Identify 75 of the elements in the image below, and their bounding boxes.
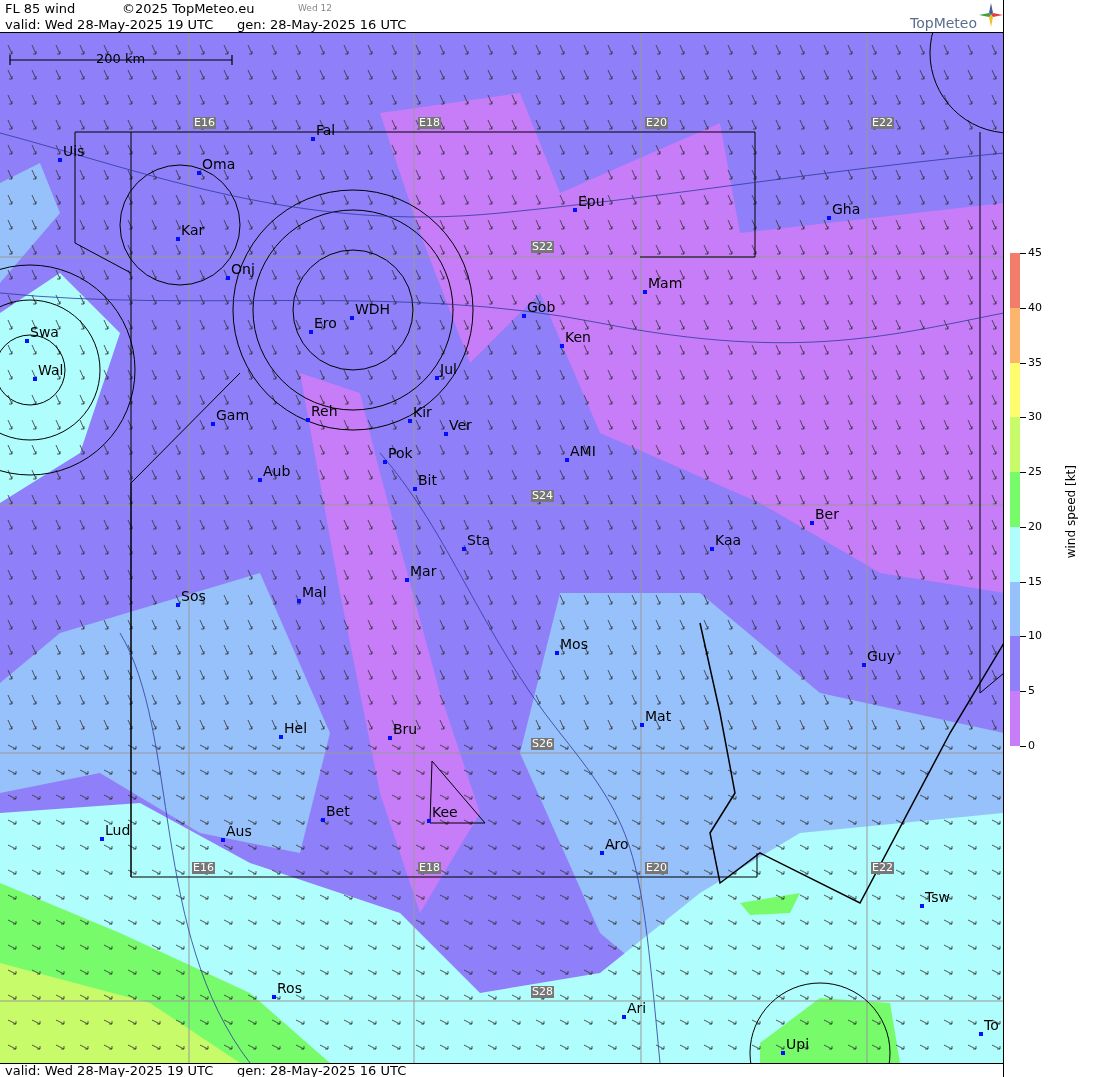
tick-label: 0 (1028, 740, 1035, 752)
place-label: Guy (867, 648, 895, 664)
place-label: Aub (263, 463, 291, 479)
place-label: Fal (316, 122, 336, 138)
place-label: Gob (527, 299, 556, 315)
place-label: Gha (832, 201, 861, 217)
place-label: Aro (605, 836, 629, 852)
grid-label: S28 (531, 986, 554, 998)
place-label: Mos (560, 636, 588, 652)
place-label: Oma (202, 156, 236, 172)
generated-time-text: gen: 28-May-2025 16 UTC (237, 17, 407, 32)
place-label: Mam (648, 275, 683, 291)
tick-label: 40 (1028, 301, 1042, 314)
place-label: Lud (105, 822, 131, 838)
map-title: FL 85 wind (5, 1, 76, 16)
tick-label: 25 (1028, 466, 1042, 479)
day-tag: Wed 12 (298, 3, 332, 14)
place-label: AMI (570, 443, 596, 459)
logo-text: TopMeteo (910, 15, 977, 31)
grid-label: S26 (531, 738, 554, 750)
place-label: Sos (181, 588, 206, 604)
place-label: Upi (786, 1036, 810, 1052)
tick-label: 20 (1028, 520, 1042, 533)
place-label: Kar (181, 222, 205, 238)
place-label: Ber (815, 506, 839, 522)
tick-label: 5 (1028, 685, 1035, 698)
place-label: Mar (410, 563, 437, 579)
place-label: Bit (418, 472, 437, 488)
grid-label: E18 (418, 117, 441, 129)
place-label: Kir (413, 404, 432, 420)
place-label: Bet (326, 803, 350, 819)
place-label: Jul (440, 361, 457, 377)
place-label: Sta (467, 532, 490, 548)
valid-time-text: valid: Wed 28-May-2025 19 UTC (5, 1064, 214, 1077)
place-label: Kee (432, 804, 458, 820)
tick-label: 35 (1028, 356, 1042, 369)
place-label: Kaa (715, 532, 742, 548)
place-label: Ken (565, 329, 591, 345)
place-label: Epu (578, 193, 605, 209)
tick-label: 45 (1028, 247, 1042, 259)
place-label: Mal (302, 584, 327, 600)
legend-title: wind speed [kt] (1064, 465, 1078, 559)
place-label: Swa (30, 324, 59, 340)
place-label: To (984, 1017, 999, 1033)
place-label: Tsw (925, 889, 950, 905)
place-label: Ari (627, 1000, 647, 1016)
scale-label: 200 km (96, 51, 146, 67)
copyright-text: ©2025 TopMeteo.eu (122, 1, 255, 16)
grid-label: E20 (645, 862, 668, 874)
grid-label: E22 (871, 862, 894, 874)
grid-label: E16 (193, 117, 216, 129)
place-label: Pok (388, 445, 413, 461)
tick-label: 15 (1028, 575, 1042, 588)
place-label: Ero (314, 315, 337, 331)
place-label: Aus (226, 823, 252, 839)
place-label: Uis (63, 143, 85, 159)
place-label: Reh (311, 403, 338, 419)
generated-time-text: gen: 28-May-2025 16 UTC (237, 1064, 407, 1077)
place-label: Ros (277, 980, 302, 996)
grid-label: S22 (531, 241, 554, 253)
grid-label: S24 (531, 490, 554, 502)
place-label: Wal (38, 362, 64, 378)
valid-time-text: valid: Wed 28-May-2025 19 UTC (5, 17, 214, 32)
place-label: Ver (449, 417, 472, 433)
place-label: Mat (645, 708, 672, 724)
place-label: Gam (216, 407, 250, 423)
place-label: WDH (355, 301, 391, 317)
place-label: Hel (284, 720, 308, 736)
grid-label: E22 (871, 117, 894, 129)
grid-label: E20 (645, 117, 668, 129)
tick-label: 10 (1028, 630, 1042, 643)
grid-label: E16 (192, 862, 215, 874)
place-label: Bru (393, 721, 418, 737)
grid-label: E18 (418, 862, 441, 874)
tick-label: 30 (1028, 411, 1042, 424)
